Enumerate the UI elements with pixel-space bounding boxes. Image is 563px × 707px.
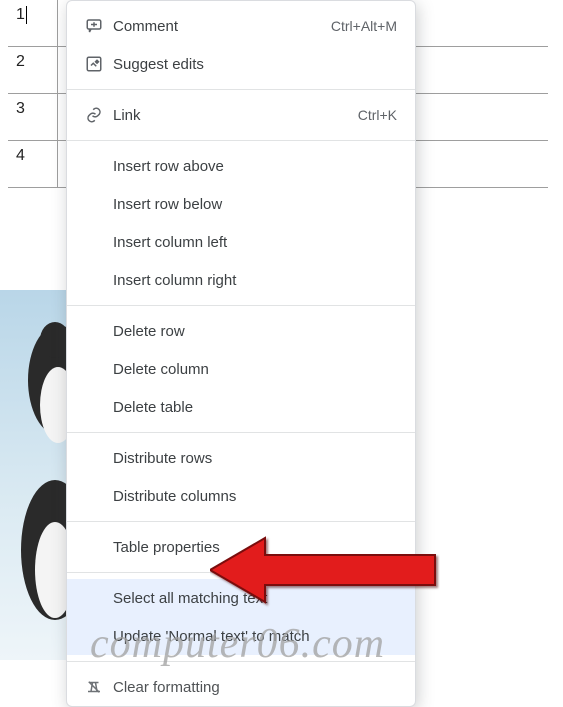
menu-item-label: Distribute rows [113, 450, 397, 467]
menu-comment[interactable]: Comment Ctrl+Alt+M [67, 7, 415, 45]
menu-separator [67, 572, 415, 573]
document-image [0, 290, 70, 660]
menu-insert-column-right[interactable]: Insert column right [67, 261, 415, 299]
menu-item-label: Table properties [113, 539, 397, 556]
menu-item-label: Delete column [113, 361, 397, 378]
table-cell[interactable]: 4 [8, 141, 58, 187]
menu-insert-row-below[interactable]: Insert row below [67, 185, 415, 223]
menu-separator [67, 89, 415, 90]
menu-item-label: Select all matching text [113, 590, 397, 607]
menu-separator [67, 140, 415, 141]
table-cell[interactable]: 3 [8, 94, 58, 140]
menu-item-label: Delete row [113, 323, 397, 340]
table-cell[interactable]: 1 [8, 0, 58, 46]
menu-item-label: Delete table [113, 399, 397, 416]
menu-separator [67, 305, 415, 306]
menu-clear-formatting[interactable]: Clear formatting [67, 668, 415, 706]
menu-item-label: Insert row above [113, 158, 397, 175]
menu-separator [67, 661, 415, 662]
menu-item-label: Insert row below [113, 196, 397, 213]
menu-link[interactable]: Link Ctrl+K [67, 96, 415, 134]
context-menu: Comment Ctrl+Alt+M Suggest edits Link Ct… [66, 0, 416, 707]
menu-distribute-columns[interactable]: Distribute columns [67, 477, 415, 515]
menu-separator [67, 432, 415, 433]
comment-icon [81, 17, 107, 35]
menu-update-normal-text[interactable]: Update 'Normal text' to match [67, 617, 415, 655]
menu-item-label: Update 'Normal text' to match [113, 628, 397, 645]
menu-table-properties[interactable]: Table properties [67, 528, 415, 566]
link-icon [81, 106, 107, 124]
keyboard-shortcut: Ctrl+K [358, 107, 397, 123]
menu-distribute-rows[interactable]: Distribute rows [67, 439, 415, 477]
menu-separator [67, 521, 415, 522]
menu-select-all-matching[interactable]: Select all matching text [67, 579, 415, 617]
menu-item-label: Comment [113, 18, 331, 35]
menu-item-label: Distribute columns [113, 488, 397, 505]
menu-item-label: Insert column right [113, 272, 397, 289]
clear-formatting-icon [81, 678, 107, 696]
menu-suggest-edits[interactable]: Suggest edits [67, 45, 415, 83]
menu-item-label: Clear formatting [113, 679, 397, 696]
menu-delete-row[interactable]: Delete row [67, 312, 415, 350]
suggest-edits-icon [81, 55, 107, 73]
menu-insert-row-above[interactable]: Insert row above [67, 147, 415, 185]
menu-delete-column[interactable]: Delete column [67, 350, 415, 388]
menu-item-label: Suggest edits [113, 56, 397, 73]
menu-item-label: Link [113, 107, 358, 124]
menu-delete-table[interactable]: Delete table [67, 388, 415, 426]
menu-insert-column-left[interactable]: Insert column left [67, 223, 415, 261]
keyboard-shortcut: Ctrl+Alt+M [331, 18, 397, 34]
menu-item-label: Insert column left [113, 234, 397, 251]
table-cell[interactable]: 2 [8, 47, 58, 93]
